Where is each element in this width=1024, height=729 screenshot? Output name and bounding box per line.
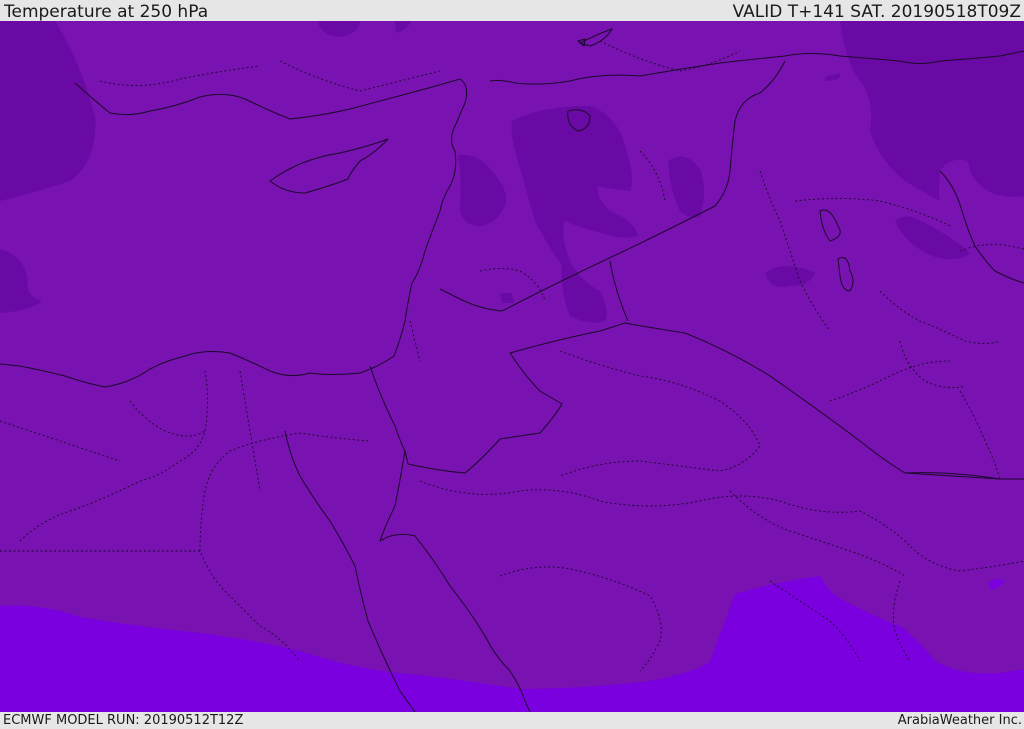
map-title: Temperature at 250 hPa (4, 2, 209, 22)
weather-map (0, 21, 1024, 712)
valid-time-label: VALID T+141 SAT. 20190518T09Z (732, 2, 1021, 22)
map-canvas (0, 21, 1024, 712)
header-bar: Temperature at 250 hPa VALID T+141 SAT. … (0, 0, 1024, 21)
model-run-label: ECMWF MODEL RUN: 20190512T12Z (3, 713, 244, 728)
footer-bar: ECMWF MODEL RUN: 20190512T12Z ArabiaWeat… (0, 712, 1024, 729)
credit-label: ArabiaWeather Inc. (897, 713, 1022, 728)
